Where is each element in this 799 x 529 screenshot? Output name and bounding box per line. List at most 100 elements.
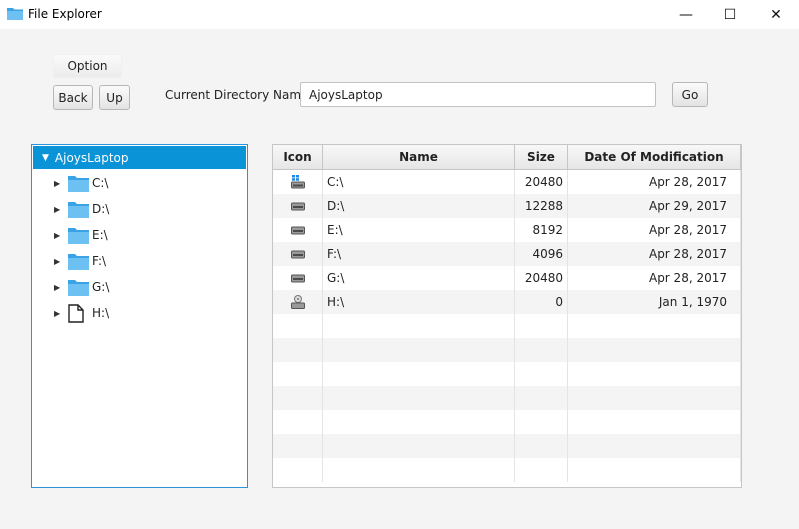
- cell-name: C:\: [323, 170, 515, 194]
- column-header-date[interactable]: Date Of Modification: [568, 145, 741, 169]
- empty-table-row: [273, 458, 741, 482]
- empty-cell: [568, 458, 741, 482]
- empty-cell: [323, 458, 515, 482]
- empty-cell: [515, 314, 568, 338]
- empty-table-row: [273, 362, 741, 386]
- table-row[interactable]: H:\ 0 Jan 1, 1970: [273, 290, 741, 314]
- empty-cell: [568, 434, 741, 458]
- table-row[interactable]: F:\ 4096 Apr 28, 2017: [273, 242, 741, 266]
- empty-cell: [273, 434, 323, 458]
- empty-cell: [568, 362, 741, 386]
- cell-date: Apr 28, 2017: [568, 218, 741, 242]
- cell-name: G:\: [323, 266, 515, 290]
- empty-cell: [273, 314, 323, 338]
- empty-table-row: [273, 338, 741, 362]
- current-directory-input[interactable]: [300, 82, 656, 107]
- collapsed-arrow-icon[interactable]: ▶: [54, 257, 68, 266]
- collapsed-arrow-icon[interactable]: ▶: [54, 309, 68, 318]
- option-button[interactable]: Option: [53, 54, 122, 78]
- drive-icon: [273, 218, 323, 242]
- cell-date: Jan 1, 1970: [568, 290, 741, 314]
- empty-cell: [273, 338, 323, 362]
- empty-table-row: [273, 410, 741, 434]
- cell-name: D:\: [323, 194, 515, 218]
- folder-icon: [68, 174, 90, 192]
- system-drive-icon: [273, 170, 323, 194]
- empty-cell: [568, 338, 741, 362]
- collapsed-arrow-icon[interactable]: ▶: [54, 179, 68, 188]
- tree-item[interactable]: ▶ F:\: [32, 248, 247, 274]
- cell-name: E:\: [323, 218, 515, 242]
- cell-size: 0: [515, 290, 568, 314]
- empty-cell: [568, 410, 741, 434]
- empty-cell: [323, 314, 515, 338]
- empty-cell: [515, 338, 568, 362]
- cell-size: 20480: [515, 170, 568, 194]
- table-header: Icon Name Size Date Of Modification: [273, 145, 741, 170]
- cell-size: 4096: [515, 242, 568, 266]
- minimize-button[interactable]: —: [663, 0, 709, 29]
- column-header-name[interactable]: Name: [323, 145, 515, 169]
- drive-icon: [273, 194, 323, 218]
- empty-cell: [323, 362, 515, 386]
- empty-cell: [323, 386, 515, 410]
- empty-cell: [273, 386, 323, 410]
- tree-item[interactable]: ▶ H:\: [32, 300, 247, 326]
- drive-icon: [273, 266, 323, 290]
- empty-cell: [515, 410, 568, 434]
- column-header-size[interactable]: Size: [515, 145, 568, 169]
- tree-item[interactable]: ▶ G:\: [32, 274, 247, 300]
- table-row[interactable]: G:\ 20480 Apr 28, 2017: [273, 266, 741, 290]
- cell-name: H:\: [323, 290, 515, 314]
- table-row[interactable]: D:\ 12288 Apr 29, 2017: [273, 194, 741, 218]
- current-directory-label: Current Directory Name: [165, 88, 309, 102]
- column-header-icon[interactable]: Icon: [273, 145, 323, 169]
- window-title: File Explorer: [28, 7, 102, 21]
- empty-cell: [323, 410, 515, 434]
- empty-cell: [568, 386, 741, 410]
- tree-item-label: D:\: [92, 202, 110, 216]
- empty-cell: [273, 458, 323, 482]
- tree-item-label: H:\: [92, 306, 110, 320]
- empty-table-row: [273, 314, 741, 338]
- up-button[interactable]: Up: [99, 85, 130, 110]
- folder-icon: [68, 278, 90, 296]
- directory-tree[interactable]: ▼ AjoysLaptop ▶ C:\ ▶ D:\ ▶ E:\ ▶ F:\ ▶ G:\ ▶ H:\: [31, 144, 248, 488]
- empty-cell: [273, 362, 323, 386]
- table-row[interactable]: C:\ 20480 Apr 28, 2017: [273, 170, 741, 194]
- cell-size: 8192: [515, 218, 568, 242]
- maximize-button[interactable]: ☐: [707, 0, 753, 29]
- file-table[interactable]: Icon Name Size Date Of Modification C:\ 2…: [272, 144, 742, 488]
- cell-date: Apr 29, 2017: [568, 194, 741, 218]
- expanded-arrow-icon[interactable]: ▼: [42, 153, 49, 163]
- collapsed-arrow-icon[interactable]: ▶: [54, 231, 68, 240]
- empty-cell: [515, 362, 568, 386]
- empty-cell: [515, 434, 568, 458]
- tree-root-label: AjoysLaptop: [54, 150, 129, 165]
- cell-date: Apr 28, 2017: [568, 242, 741, 266]
- folder-icon: [68, 252, 90, 270]
- cell-size: 20480: [515, 266, 568, 290]
- cell-date: Apr 28, 2017: [568, 266, 741, 290]
- tree-item[interactable]: ▶ D:\: [32, 196, 247, 222]
- empty-table-row: [273, 434, 741, 458]
- tree-item[interactable]: ▶ C:\: [32, 170, 247, 196]
- folder-icon: [68, 226, 90, 244]
- collapsed-arrow-icon[interactable]: ▶: [54, 205, 68, 214]
- back-button[interactable]: Back: [53, 85, 93, 110]
- empty-cell: [273, 410, 323, 434]
- drive-icon: [273, 242, 323, 266]
- empty-cell: [323, 338, 515, 362]
- empty-cell: [515, 458, 568, 482]
- table-row[interactable]: E:\ 8192 Apr 28, 2017: [273, 218, 741, 242]
- empty-cell: [568, 314, 741, 338]
- file-icon: [68, 303, 90, 323]
- tree-root-item[interactable]: ▼ AjoysLaptop: [33, 146, 246, 169]
- tree-item[interactable]: ▶ E:\: [32, 222, 247, 248]
- go-button[interactable]: Go: [672, 82, 708, 107]
- tree-item-label: C:\: [92, 176, 109, 190]
- close-button[interactable]: ✕: [753, 0, 799, 29]
- folder-icon: [7, 8, 23, 20]
- tree-item-label: G:\: [92, 280, 110, 294]
- collapsed-arrow-icon[interactable]: ▶: [54, 283, 68, 292]
